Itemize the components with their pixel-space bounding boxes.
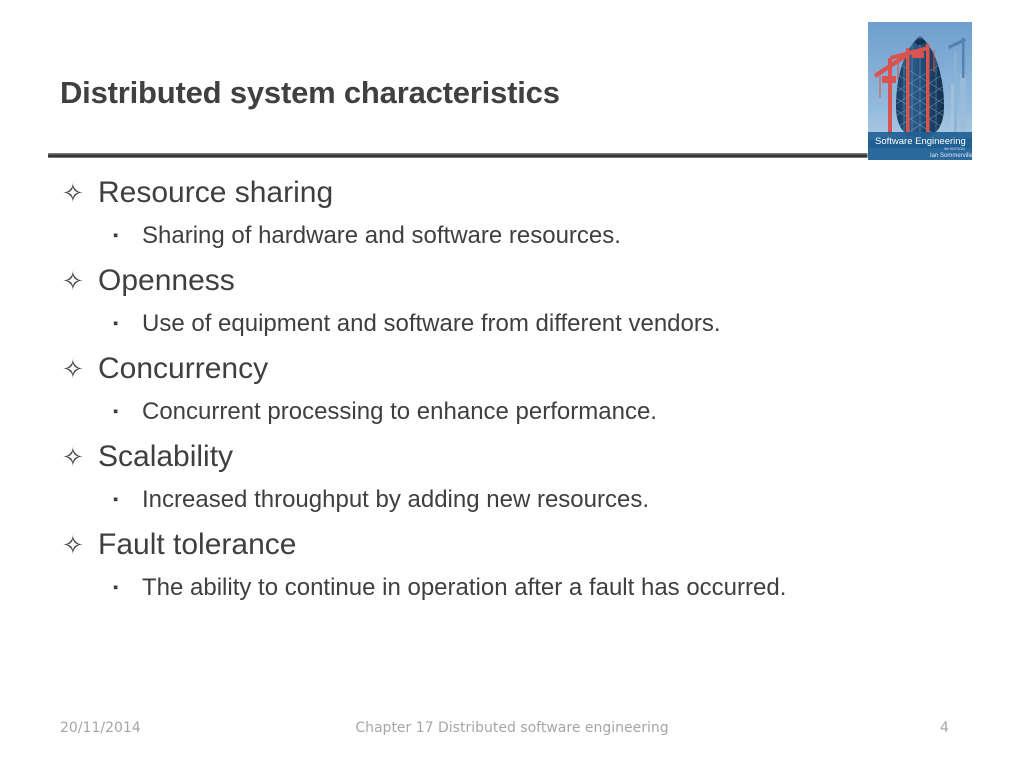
bullet-item-resource-sharing: ✧ Resource sharing — [62, 178, 962, 208]
bullet-label: Concurrency — [98, 352, 269, 385]
bullet-item-scalability: ✧ Scalability — [62, 442, 962, 472]
svg-text:Software Engineering: Software Engineering — [875, 136, 966, 147]
sub-bullet-item-openness: ▪ Use of equipment and software from dif… — [62, 312, 962, 336]
slide: Distributed system characteristics Softw… — [0, 0, 1024, 768]
bullet-item-fault-tolerance: ✧ Fault tolerance — [62, 530, 962, 560]
bullet-label: Scalability — [98, 440, 234, 473]
square-bullet-icon: ▪ — [113, 227, 119, 244]
bullet-label: Fault tolerance — [98, 528, 297, 561]
four-point-star-bullet-icon: ✧ — [62, 530, 84, 560]
square-bullet-icon: ▪ — [113, 403, 119, 420]
footer-page-number: 4 — [940, 720, 949, 736]
sub-bullet-label: Concurrent processing to enhance perform… — [142, 398, 657, 425]
sub-bullet-label: Sharing of hardware and software resourc… — [142, 222, 621, 249]
four-point-star-bullet-icon: ✧ — [62, 354, 84, 384]
slide-footer: 20/11/2014 Chapter 17 Distributed softwa… — [0, 720, 1024, 750]
svg-text:9th EDITION: 9th EDITION — [944, 147, 965, 151]
square-bullet-icon: ▪ — [113, 491, 119, 508]
footer-chapter-label: Chapter 17 Distributed software engineer… — [355, 720, 669, 736]
sub-bullet-label: Increased throughput by adding new resou… — [142, 486, 649, 513]
sub-bullet-item-resource-sharing: ▪ Sharing of hardware and software resou… — [62, 224, 962, 248]
square-bullet-icon: ▪ — [113, 315, 119, 332]
book-cover-thumbnail: Software Engineering 9th EDITION Ian Som… — [868, 22, 972, 160]
svg-text:Ian Sommerville: Ian Sommerville — [930, 153, 972, 159]
square-bullet-icon: ▪ — [113, 579, 119, 596]
sub-bullet-item-fault-tolerance: ▪ The ability to continue in operation a… — [62, 576, 962, 600]
four-point-star-bullet-icon: ✧ — [62, 178, 84, 208]
title-divider-rule — [48, 153, 876, 158]
bullet-item-concurrency: ✧ Concurrency — [62, 354, 962, 384]
four-point-star-bullet-icon: ✧ — [62, 442, 84, 472]
bullet-label: Openness — [98, 264, 235, 297]
page-title: Distributed system characteristics — [60, 75, 560, 110]
sub-bullet-label: Use of equipment and software from diffe… — [142, 310, 721, 337]
bullet-label: Resource sharing — [98, 176, 334, 209]
sub-bullet-item-concurrency: ▪ Concurrent processing to enhance perfo… — [62, 400, 962, 424]
four-point-star-bullet-icon: ✧ — [62, 266, 84, 296]
bullet-item-openness: ✧ Openness — [62, 266, 962, 296]
book-cover-image: Software Engineering 9th EDITION Ian Som… — [868, 22, 972, 160]
sub-bullet-item-scalability: ▪ Increased throughput by adding new res… — [62, 488, 962, 512]
bullet-list: ✧ Resource sharing ▪ Sharing of hardware… — [62, 178, 962, 600]
sub-bullet-label: The ability to continue in operation aft… — [142, 574, 787, 601]
